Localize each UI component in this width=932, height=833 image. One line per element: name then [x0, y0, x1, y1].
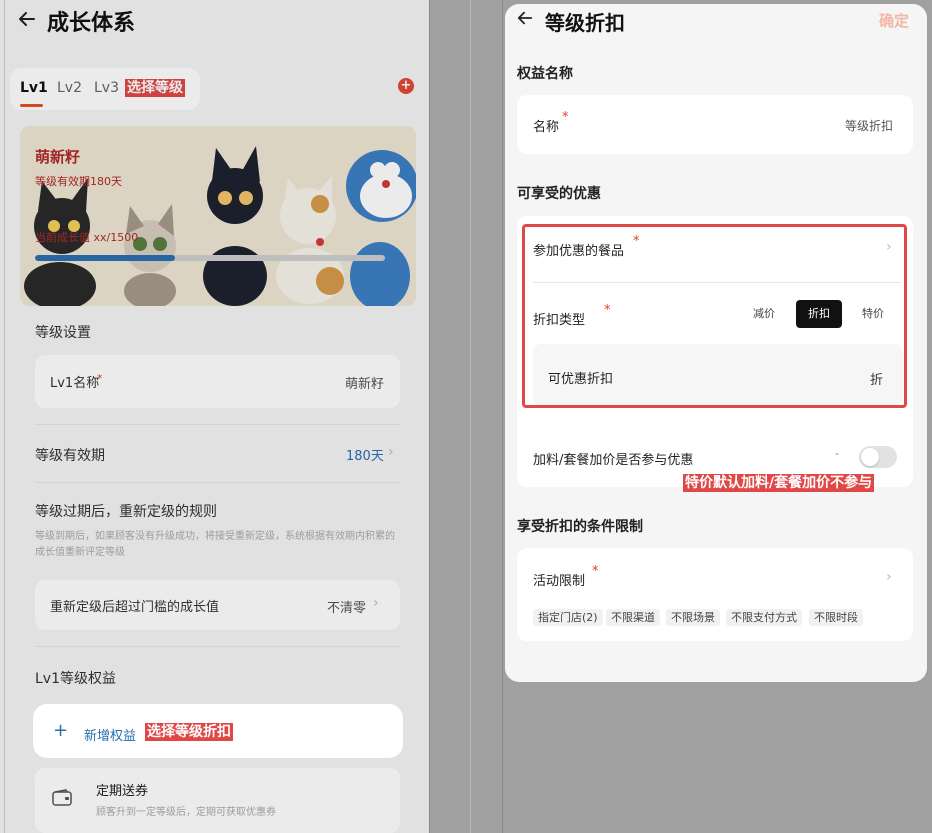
chip-timeslot: 不限时段 [809, 609, 863, 626]
page-title: 成长体系 [47, 11, 136, 36]
addon-mark: - [835, 447, 839, 460]
benefits-heading: Lv1等级权益 [35, 671, 116, 687]
validity-row[interactable]: 等级有效期 180天 › [35, 434, 400, 474]
divider [35, 424, 400, 425]
conditions-heading: 享受折扣的条件限制 [517, 519, 643, 535]
regrade-row[interactable]: 重新定级后超过门槛的成长值 不清零 › [35, 580, 400, 630]
expire-rule-hint: 等级到期后，如果顾客没有升级成功，将接受重新定级，系统根据有效期内积累的成长值重… [35, 531, 395, 558]
add-level-icon[interactable]: + [398, 78, 414, 94]
conditions-card[interactable]: 活动限制 * › 指定门店(2) 不限渠道 不限场景 不限支付方式 不限时段 [517, 548, 913, 641]
chevron-right-icon: › [373, 595, 379, 611]
required-mark: * [97, 372, 103, 385]
chip-channels: 不限渠道 [606, 609, 660, 626]
tab-lv3[interactable]: Lv3 [94, 80, 119, 96]
level-tab-bar: Lv1 Lv2 Lv3 选择等级 [10, 68, 200, 110]
validity-label: 等级有效期 [35, 448, 105, 464]
addon-toggle[interactable] [859, 446, 897, 468]
tab-lv1[interactable]: Lv1 [20, 80, 48, 96]
banner-progress-fill [35, 255, 175, 261]
offers-heading: 可享受的优惠 [517, 186, 601, 202]
expire-rule-heading: 等级过期后，重新定级的规则 [35, 504, 217, 520]
divider [35, 482, 400, 483]
addon-annotation: 特价默认加料/套餐加价不参与 [683, 474, 875, 492]
level-settings-heading: 等级设置 [35, 325, 91, 341]
regrade-label: 重新定级后超过门槛的成长值 [50, 600, 220, 615]
panel-divider [470, 0, 471, 833]
banner-progress-bar [35, 255, 385, 261]
back-arrow-icon[interactable] [517, 10, 533, 26]
banner-level-name: 萌新籽 [35, 148, 81, 166]
benefit-name-row[interactable]: 名称 * 等级折扣 [517, 95, 913, 154]
plus-icon: + [53, 720, 69, 741]
regrade-value: 不清零 [327, 601, 367, 616]
tab-annotation: 选择等级 [125, 79, 185, 97]
benefit-item-desc: 顾客升到一定等级后，定期可获取优惠券 [96, 807, 276, 818]
discount-panel: 等级折扣 确定 权益名称 名称 * 等级折扣 可享受的优惠 参加优惠的餐品 * … [505, 4, 927, 682]
highlight-frame [522, 224, 907, 408]
required-mark: * [562, 110, 569, 125]
activity-limit-label: 活动限制 [533, 574, 586, 589]
required-mark: * [592, 564, 599, 579]
panel-divider [502, 0, 503, 833]
level-name-label: Lv1名称 [50, 376, 100, 391]
level-name-value: 萌新籽 [345, 377, 385, 392]
addon-label: 加料/套餐加价是否参与优惠 [533, 453, 694, 468]
level-name-row[interactable]: Lv1名称 * 萌新籽 [35, 355, 400, 408]
add-benefit-annotation: 选择等级折扣 [145, 723, 233, 741]
level-banner: 萌新籽 等级有效期180天 当前成长值 xx/1500 [20, 126, 416, 306]
benefit-item-coupon[interactable]: 定期送券 顾客升到一定等级后，定期可获取优惠券 [35, 768, 400, 833]
panel-title: 等级折扣 [545, 11, 625, 35]
banner-progress-label: 当前成长值 xx/1500 [35, 231, 139, 244]
benefit-name-label: 名称 [533, 120, 560, 135]
add-benefit-button[interactable]: + 新增权益 选择等级折扣 [33, 704, 403, 758]
toggle-knob [861, 448, 879, 466]
tab-active-indicator [20, 104, 43, 107]
wallet-icon [52, 789, 72, 806]
back-arrow-icon[interactable] [18, 10, 36, 28]
chevron-right-icon: › [886, 569, 892, 585]
chip-stores: 指定门店(2) [533, 609, 603, 626]
benefit-name-heading: 权益名称 [517, 66, 573, 82]
confirm-button[interactable]: 确定 [879, 10, 909, 31]
banner-validity: 等级有效期180天 [35, 175, 122, 188]
chip-payment: 不限支付方式 [726, 609, 802, 626]
divider [35, 646, 400, 647]
tab-lv2[interactable]: Lv2 [57, 80, 82, 96]
chip-scenes: 不限场景 [666, 609, 720, 626]
benefit-name-value: 等级折扣 [845, 119, 894, 133]
validity-value: 180天 [346, 449, 384, 464]
add-benefit-label: 新增权益 [84, 729, 137, 744]
benefit-item-title: 定期送券 [96, 784, 149, 799]
chevron-right-icon: › [388, 444, 394, 460]
